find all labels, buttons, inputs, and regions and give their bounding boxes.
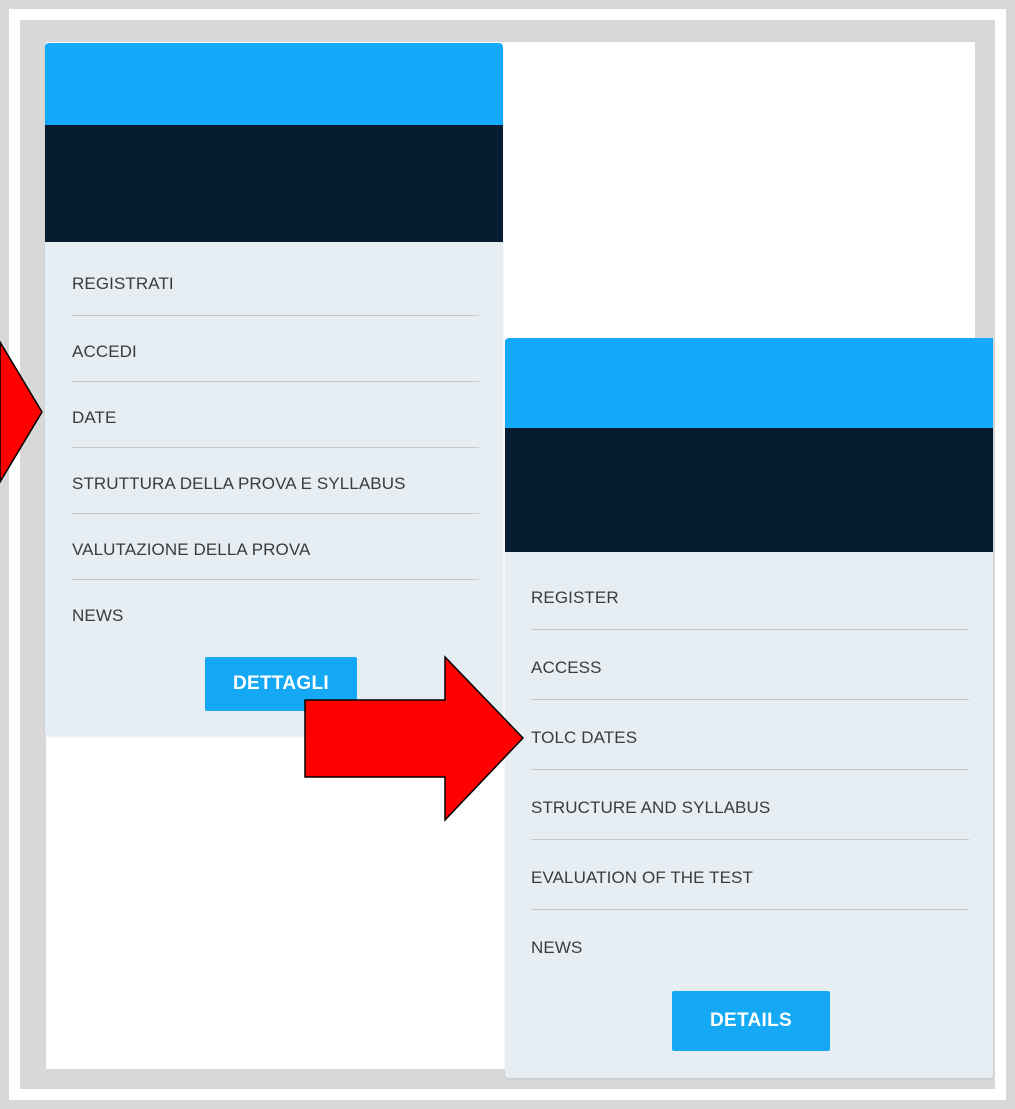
menu-item-evaluation[interactable]: EVALUATION OF THE TEST	[531, 840, 969, 910]
menu-item-register[interactable]: REGISTER	[531, 552, 969, 630]
menu-item-structure[interactable]: STRUCTURE AND SYLLABUS	[531, 770, 969, 840]
menu-item-label: ACCESS	[531, 657, 602, 677]
menu-item-registrati[interactable]: REGISTRATI	[72, 242, 479, 316]
card-header-blue	[45, 43, 503, 125]
card-header-blue	[505, 338, 993, 428]
menu-list: REGISTRATI ACCEDI DATE STRUTTURA DELLA P…	[72, 242, 479, 646]
menu-item-label: TOLC DATES	[531, 727, 638, 747]
menu-item-news[interactable]: NEWS	[531, 910, 969, 980]
menu-item-tolc-dates[interactable]: TOLC DATES	[531, 700, 969, 770]
card-header-dark	[505, 428, 993, 552]
menu-item-label: VALUTAZIONE DELLA PROVA	[72, 539, 311, 559]
red-arrow-right-icon	[304, 655, 525, 822]
navigation-card-english: REGISTER ACCESS TOLC DATES STRUCTURE AND…	[505, 338, 993, 1078]
menu-item-accedi[interactable]: ACCEDI	[72, 316, 479, 382]
menu-item-label: ACCEDI	[72, 341, 137, 361]
menu-item-label: NEWS	[72, 606, 124, 625]
card-header-dark	[45, 125, 503, 242]
menu-item-label: EVALUATION OF THE TEST	[531, 867, 753, 887]
menu-item-label: DATE	[72, 407, 117, 427]
navigation-card-italian: REGISTRATI ACCEDI DATE STRUTTURA DELLA P…	[45, 43, 503, 736]
menu-item-label: STRUCTURE AND SYLLABUS	[531, 797, 771, 817]
menu-item-news[interactable]: NEWS	[72, 580, 479, 646]
menu-item-label: STRUTTURA DELLA PROVA E SYLLABUS	[72, 473, 406, 493]
menu-item-date[interactable]: DATE	[72, 382, 479, 448]
menu-item-label: NEWS	[531, 938, 583, 957]
details-button[interactable]: DETAILS	[672, 991, 830, 1051]
menu-item-struttura[interactable]: STRUTTURA DELLA PROVA E SYLLABUS	[72, 448, 479, 514]
menu-list: REGISTER ACCESS TOLC DATES STRUCTURE AND…	[531, 552, 969, 980]
menu-item-label: REGISTRATI	[72, 273, 174, 293]
red-arrow-right-icon	[0, 340, 43, 484]
menu-item-label: REGISTER	[531, 587, 619, 607]
menu-item-valutazione[interactable]: VALUTAZIONE DELLA PROVA	[72, 514, 479, 580]
menu-item-access[interactable]: ACCESS	[531, 630, 969, 700]
